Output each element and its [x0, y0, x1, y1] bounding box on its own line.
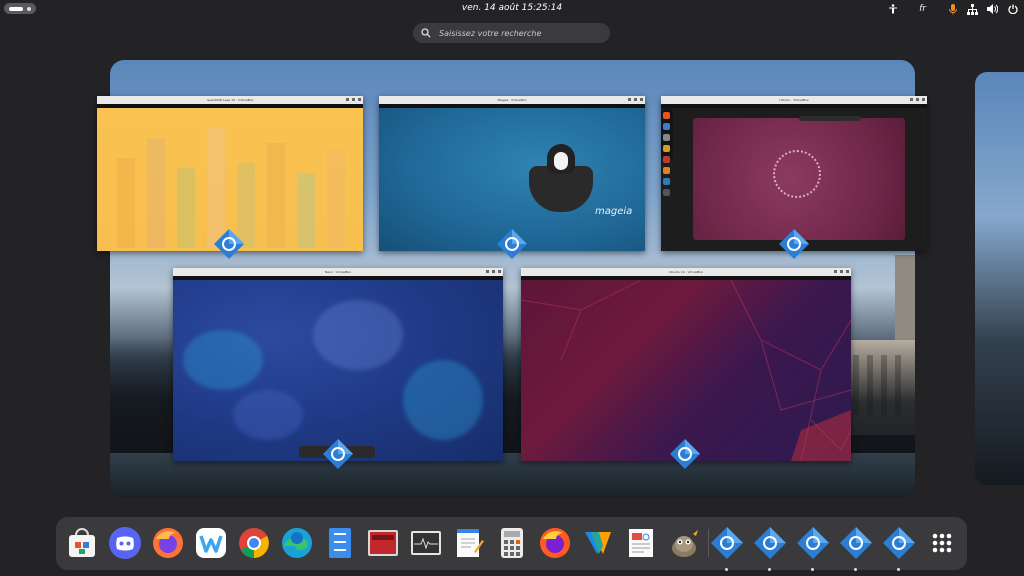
firefox-developer-icon[interactable] [538, 526, 572, 560]
running-indicator [897, 568, 900, 571]
power-icon[interactable] [1007, 4, 1018, 15]
virtualbox-instance-2[interactable] [753, 526, 787, 571]
virtualbox-instance-1[interactable] [710, 526, 744, 571]
guest-screen [173, 280, 503, 461]
system-tray[interactable]: fr [887, 2, 1018, 16]
virtualbox-icon [323, 439, 353, 469]
running-indicator [811, 568, 814, 571]
text-editor-icon[interactable] [452, 526, 486, 560]
discord-icon[interactable] [108, 526, 142, 560]
volume-icon[interactable] [987, 4, 998, 15]
mageia-logo: mageia [595, 206, 633, 217]
chrome-icon[interactable] [237, 526, 271, 560]
terminal-red-icon[interactable] [366, 526, 400, 560]
search-bar[interactable] [413, 23, 610, 43]
search-icon [421, 28, 431, 38]
top-bar: ven. 14 août 15:25:14 fr [0, 0, 1024, 18]
virtualbox-icon [497, 229, 527, 259]
window-ubuntu19-virtualbox[interactable]: Ubuntu 19 · VirtualBox [521, 268, 851, 461]
keyboard-layout[interactable]: fr [919, 4, 926, 14]
window-title: Ubuntu · VirtualBox [661, 96, 927, 104]
clock[interactable]: ven. 14 août 15:25:14 [0, 3, 1024, 13]
running-indicator [854, 568, 857, 571]
code-editor-icon[interactable] [581, 526, 615, 560]
software-store-icon[interactable] [65, 526, 99, 560]
system-monitor-icon[interactable] [409, 526, 443, 560]
microphone-icon[interactable] [947, 3, 958, 15]
edge-icon[interactable] [280, 526, 314, 560]
network-icon[interactable] [967, 3, 978, 15]
running-indicator [768, 568, 771, 571]
wavebox-icon[interactable] [194, 526, 228, 560]
virtualbox-icon [779, 229, 809, 259]
running-indicator [725, 568, 728, 571]
file-manager-icon[interactable] [323, 526, 357, 560]
window-kde-virtualbox[interactable]: Neon · VirtualBox [173, 268, 503, 461]
ubuntu-logo [773, 150, 821, 198]
guest-screen [521, 280, 851, 461]
virtualbox-instance-4[interactable] [839, 526, 873, 571]
window-title: openSUSE Leap 15 · VirtualBox [97, 96, 363, 104]
window-title: Ubuntu 19 · VirtualBox [521, 268, 851, 276]
virtualbox-instance-3[interactable] [796, 526, 830, 571]
gimp-icon[interactable] [667, 526, 701, 560]
next-workspace-thumbnail[interactable] [975, 72, 1024, 485]
guest-dock [661, 108, 673, 196]
accessibility-icon[interactable] [887, 4, 898, 15]
guest-search [799, 116, 861, 121]
calculator-icon[interactable] [495, 526, 529, 560]
window-title: Mageia · VirtualBox [379, 96, 645, 104]
document-viewer-icon[interactable] [624, 526, 658, 560]
virtualbox-icon [214, 229, 244, 259]
penguin-graphic [547, 144, 575, 174]
firefox-icon[interactable] [151, 526, 185, 560]
search-input[interactable] [437, 27, 601, 39]
dash-dock [56, 517, 967, 571]
dock-separator [708, 529, 709, 557]
virtualbox-icon [670, 439, 700, 469]
show-apps-icon[interactable] [925, 526, 959, 560]
window-title: Neon · VirtualBox [173, 268, 503, 276]
guest-overview [693, 116, 905, 240]
virtualbox-instance-5[interactable] [882, 526, 916, 571]
